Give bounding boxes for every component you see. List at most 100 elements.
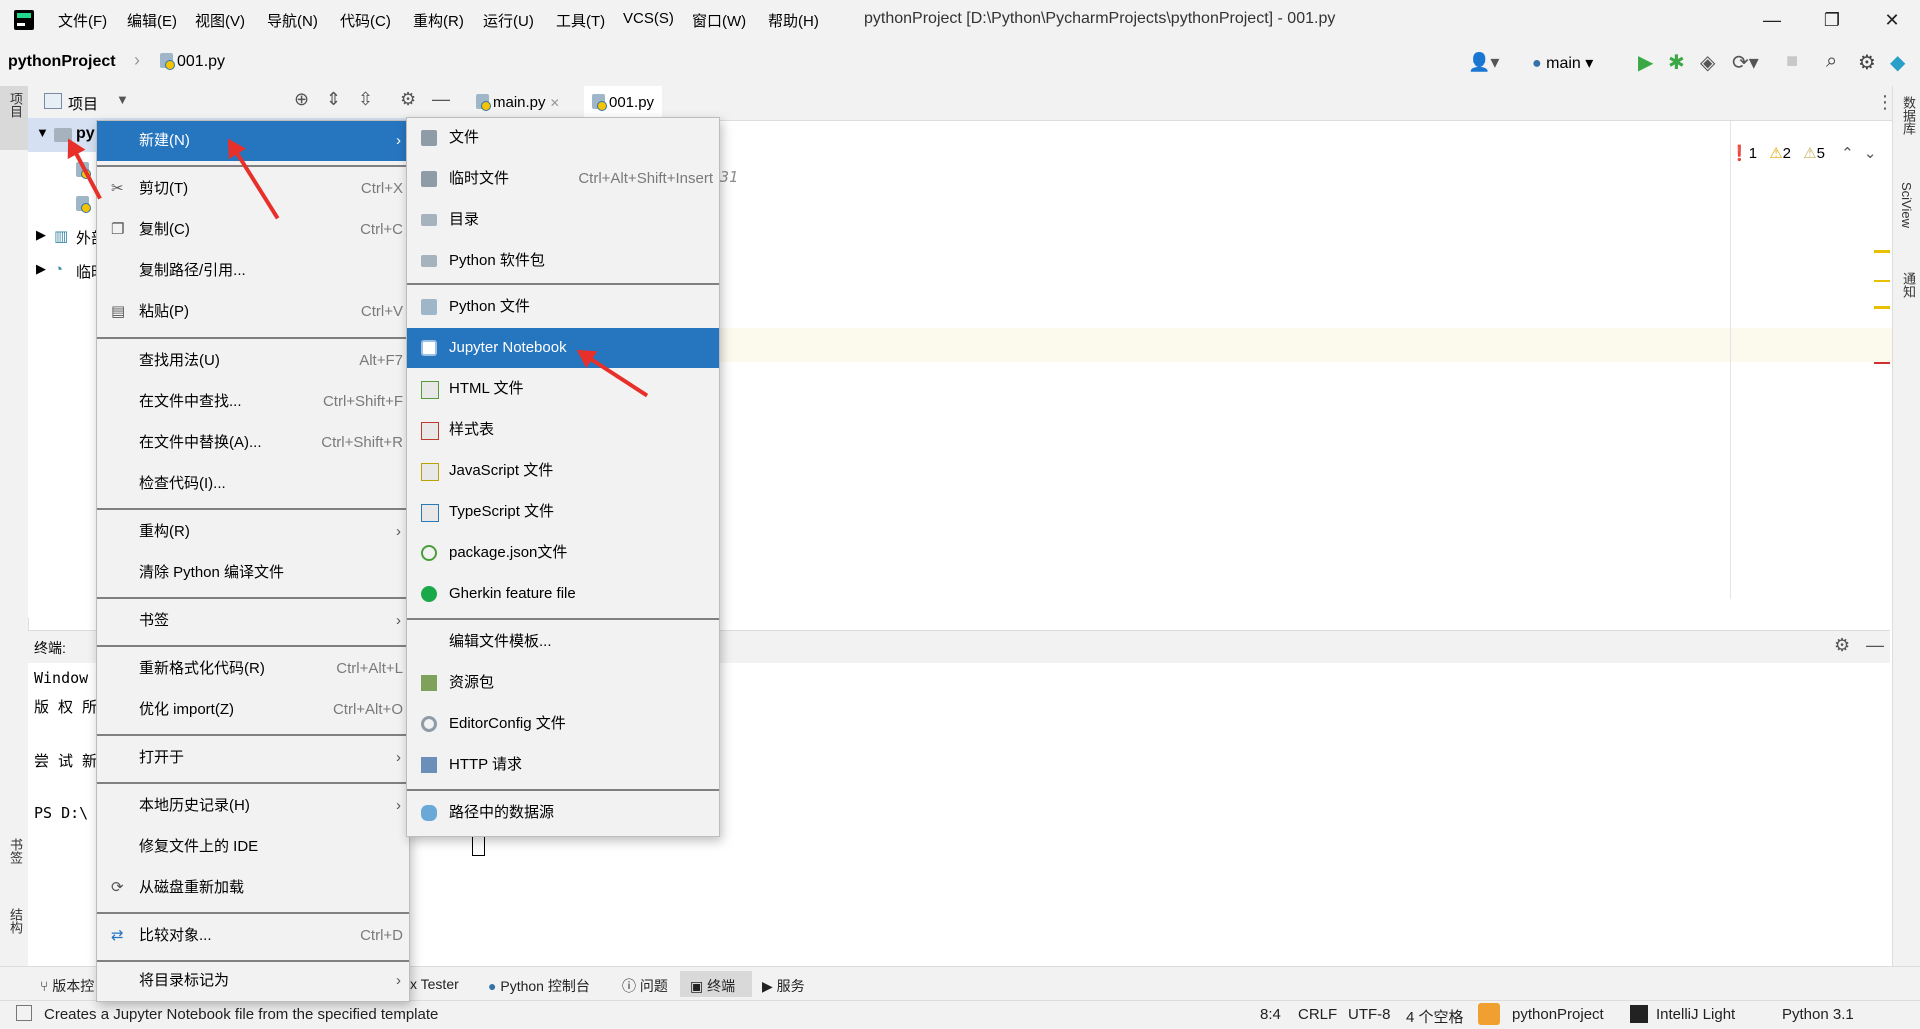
menu-item-optimize-imports[interactable]: 优化 import(Z) Ctrl+Alt+O (97, 690, 409, 730)
menu-refactor[interactable]: 重构(R) (413, 10, 464, 31)
version-control-tool-button[interactable]: ⑂ 版本控 (40, 976, 94, 996)
theme-switcher[interactable]: IntelliJ Light (1656, 1006, 1735, 1023)
new-typescript-file[interactable]: TypeScript 文件 (407, 492, 719, 532)
structure-tool-button[interactable]: 结构 (6, 908, 25, 934)
breadcrumb-file[interactable]: 001.py (160, 53, 225, 71)
new-editorconfig[interactable]: EditorConfig 文件 (407, 704, 719, 744)
indent-setting[interactable]: 4 个空格 (1406, 1006, 1464, 1027)
menu-code[interactable]: 代码(C) (340, 10, 391, 31)
menu-run[interactable]: 运行(U) (483, 10, 534, 31)
python-console-tool-button[interactable]: ● Python 控制台 (488, 976, 590, 996)
expand-all-icon[interactable]: ⇕ (326, 89, 341, 110)
new-html-file[interactable]: HTML 文件 (407, 369, 719, 409)
new-http-request[interactable]: HTTP 请求 (407, 745, 719, 785)
menu-item-mark-directory-as[interactable]: 将目录标记为 › (97, 961, 409, 1001)
menu-item-reload-from-disk[interactable]: ⟳ 从磁盘重新加载 (97, 868, 409, 908)
line-separator[interactable]: CRLF (1298, 1006, 1337, 1023)
collapse-all-icon[interactable]: ⇳ (358, 89, 373, 110)
new-package-json[interactable]: package.json文件 (407, 533, 719, 573)
new-gherkin-feature[interactable]: Gherkin feature file (407, 574, 719, 614)
new-stylesheet[interactable]: 样式表 (407, 410, 719, 450)
menu-window[interactable]: 窗口(W) (692, 10, 746, 31)
menu-item-paste[interactable]: ▤ 粘贴(P) Ctrl+V (97, 292, 409, 332)
file-encoding[interactable]: UTF-8 (1348, 1006, 1391, 1023)
database-tool-button[interactable]: 数据库 (1899, 96, 1918, 135)
terminal-tool-button-active[interactable]: ▣ 终端 (680, 971, 752, 997)
chevron-right-icon[interactable]: ▶ (36, 227, 46, 243)
menu-item-replace-in-files[interactable]: 在文件中替换(A)... Ctrl+Shift+R (97, 423, 409, 463)
chevron-up-icon[interactable]: ⌃ (1841, 145, 1854, 162)
error-marker[interactable] (1874, 362, 1890, 364)
close-tab-icon[interactable]: ✕ (550, 96, 560, 110)
tab-main-py[interactable]: main.py ✕ (468, 86, 568, 120)
new-scratch-file[interactable]: 临时文件 Ctrl+Alt+Shift+Insert (407, 159, 719, 199)
menu-item-reformat-code[interactable]: 重新格式化代码(R) Ctrl+Alt+L (97, 649, 409, 689)
chevron-down-icon[interactable]: ▼ (116, 92, 129, 107)
menu-item-find-usages[interactable]: 查找用法(U) Alt+F7 (97, 341, 409, 381)
warning-marker[interactable] (1874, 306, 1890, 309)
menu-item-clean-python[interactable]: 清除 Python 编译文件 (97, 553, 409, 593)
menu-edit[interactable]: 编辑(E) (127, 10, 177, 31)
locate-icon[interactable]: ⊕ (294, 89, 309, 110)
menu-file[interactable]: 文件(F) (58, 10, 107, 31)
toggle-tool-windows-icon[interactable] (16, 1005, 32, 1021)
stop-icon[interactable]: ■ (1786, 50, 1798, 73)
menu-item-new[interactable]: 新建(N) › (97, 121, 409, 161)
search-icon[interactable]: ⌕ (1826, 50, 1837, 73)
interpreter-selector[interactable]: Python 3.1 (1782, 1006, 1854, 1023)
hide-icon[interactable]: — (432, 89, 450, 110)
run-icon[interactable]: ▶ (1638, 50, 1653, 75)
menu-item-open-in[interactable]: 打开于 › (97, 738, 409, 778)
run-configuration-selector[interactable]: ● main ▾ (1532, 53, 1593, 73)
warning-marker[interactable] (1874, 280, 1890, 282)
menu-item-bookmarks[interactable]: 书签 › (97, 601, 409, 641)
profile-icon[interactable]: ⟳▾ (1732, 50, 1759, 75)
menu-item-compare-with[interactable]: ⇄ 比较对象... Ctrl+D (97, 916, 409, 956)
close-button[interactable]: ✕ (1872, 6, 1912, 34)
gear-icon[interactable]: ⚙ (1834, 635, 1850, 656)
chevron-down-icon[interactable]: ⌄ (1864, 145, 1877, 162)
menu-item-refactor[interactable]: 重构(R) › (97, 512, 409, 552)
edit-file-templates[interactable]: 编辑文件模板... (407, 622, 719, 662)
new-jupyter-notebook[interactable]: Jupyter Notebook (407, 328, 719, 368)
new-python-file[interactable]: Python 文件 (407, 287, 719, 327)
menu-item-local-history[interactable]: 本地历史记录(H) › (97, 786, 409, 826)
regex-tester-tool-button[interactable]: x Tester (410, 976, 459, 992)
new-resource-bundle[interactable]: 资源包 (407, 663, 719, 703)
inspection-widget[interactable]: ❗1 ⚠2 ⚠5 ⌃ ⌄ (1730, 144, 1876, 162)
breadcrumb-project[interactable]: pythonProject (8, 53, 116, 71)
gear-icon[interactable]: ⚙ (400, 89, 416, 110)
project-switcher[interactable]: pythonProject (1512, 1006, 1604, 1023)
menu-tools[interactable]: 工具(T) (556, 10, 605, 31)
hide-icon[interactable]: — (1866, 635, 1884, 656)
menu-help[interactable]: 帮助(H) (768, 10, 819, 31)
menu-item-find-in-files[interactable]: 在文件中查找... Ctrl+Shift+F (97, 382, 409, 422)
new-directory[interactable]: 目录 (407, 200, 719, 240)
chevron-down-icon[interactable]: ▼ (36, 125, 49, 140)
menu-navigate[interactable]: 导航(N) (267, 10, 318, 31)
coverage-icon[interactable]: ◈ (1700, 50, 1715, 75)
sciview-tool-button[interactable]: SciView (1899, 182, 1914, 228)
chevron-right-icon[interactable]: ▶ (36, 261, 46, 277)
problems-tool-button[interactable]: ⓘ 问题 (622, 976, 668, 996)
warning-marker[interactable] (1874, 250, 1890, 253)
new-python-package[interactable]: Python 软件包 (407, 241, 719, 281)
services-tool-button[interactable]: ▶ 服务 (762, 976, 805, 996)
bookmarks-tool-button[interactable]: 书签 (6, 838, 25, 864)
menu-item-copy-path[interactable]: 复制路径/引用... (97, 251, 409, 291)
new-data-source-in-path[interactable]: 路径中的数据源 (407, 793, 719, 833)
project-tool-button[interactable]: 项目 (0, 86, 28, 150)
user-icon[interactable]: 👤▾ (1468, 52, 1499, 73)
menu-view[interactable]: 视图(V) (195, 10, 245, 31)
new-file[interactable]: 文件 (407, 118, 719, 158)
settings-icon[interactable]: ⚙ (1858, 50, 1876, 75)
caret-position[interactable]: 8:4 (1260, 1006, 1281, 1023)
project-view-selector[interactable]: 项目 (68, 93, 98, 114)
notifications-tool-button[interactable]: 通知 (1899, 272, 1918, 298)
new-javascript-file[interactable]: JavaScript 文件 (407, 451, 719, 491)
minimize-button[interactable]: — (1752, 6, 1792, 34)
jetbrains-icon[interactable]: ◆ (1890, 50, 1905, 75)
menu-item-copy[interactable]: ❐ 复制(C) Ctrl+C (97, 210, 409, 250)
restore-button[interactable]: ❐ (1812, 6, 1852, 34)
menu-vcs[interactable]: VCS(S) (623, 10, 674, 27)
